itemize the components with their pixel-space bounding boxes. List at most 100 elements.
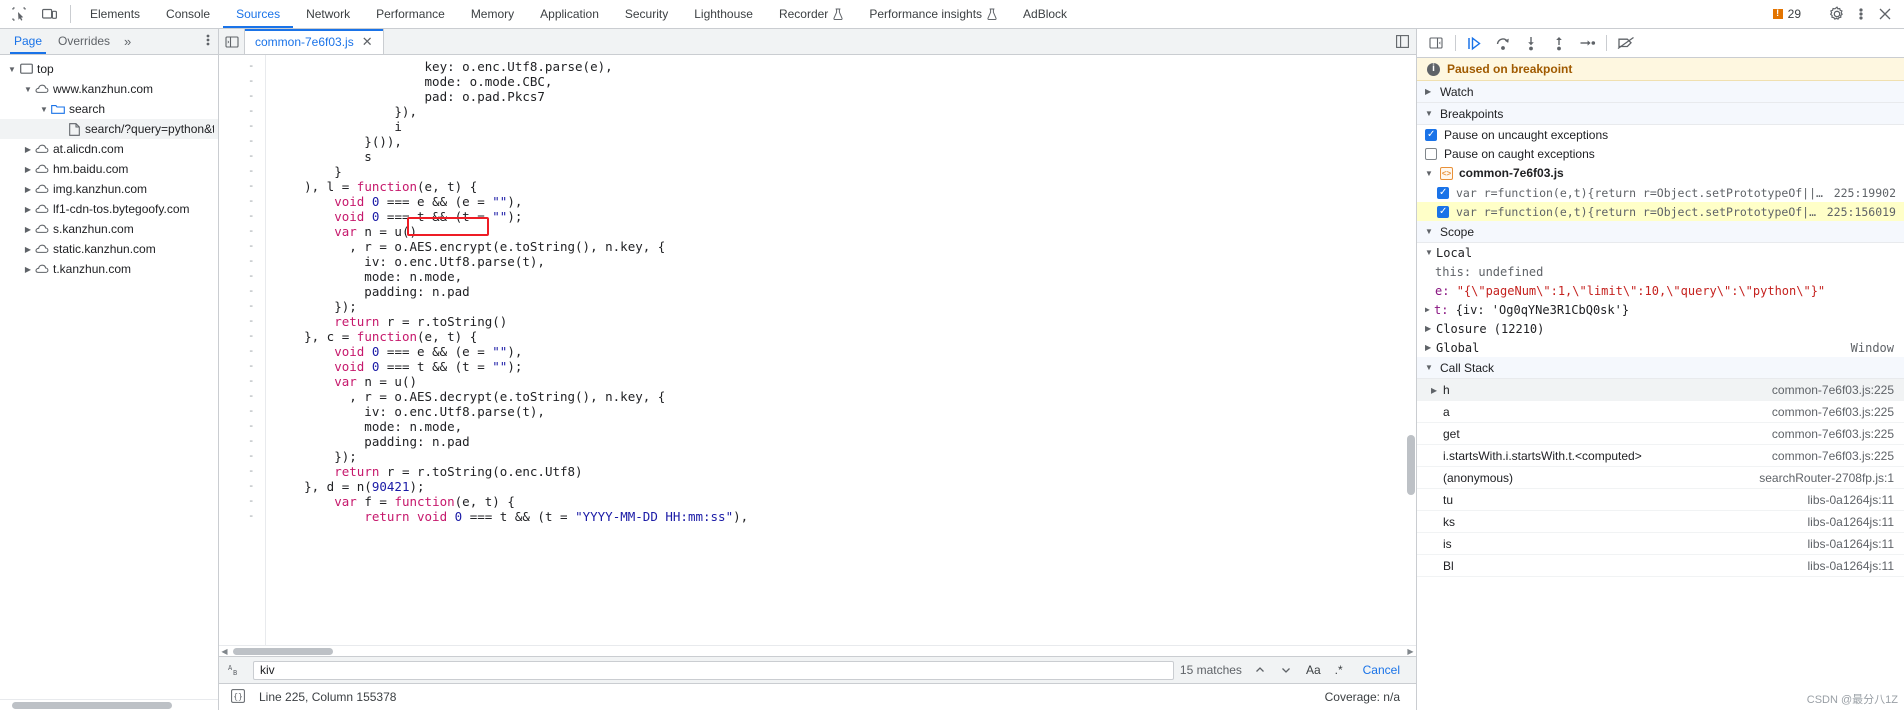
call-stack-row[interactable]: ks libs-0a1264js:11 [1417,511,1904,533]
tab-network[interactable]: Network [293,0,363,28]
file-tab-common-js[interactable]: common-7e6f03.js ✕ [245,29,384,54]
line-number[interactable]: - [219,479,265,494]
line-number[interactable]: - [219,434,265,449]
file-tree-item[interactable]: ▶ lf1-cdn-tos.bytegoofy.com [0,199,218,219]
scroll-left-arrow-icon[interactable]: ◀ [219,646,230,657]
code-line[interactable]: void 0 === t && (t = ""); [266,209,1416,224]
code-line[interactable]: }); [266,299,1416,314]
code-line[interactable]: }); [266,449,1416,464]
code-line[interactable]: padding: n.pad [266,284,1416,299]
line-number[interactable]: - [219,74,265,89]
code-line[interactable]: i [266,119,1416,134]
scrollbar-thumb[interactable] [12,702,172,709]
line-number[interactable]: - [219,284,265,299]
step-over-next-function-call-button[interactable] [1490,31,1516,55]
pause-uncaught-checkbox[interactable] [1425,128,1437,141]
chevron-down-icon[interactable]: ▼ [22,85,34,94]
line-number[interactable]: - [219,374,265,389]
line-number[interactable]: - [219,104,265,119]
code-line[interactable]: var f = function(e, t) { [266,494,1416,509]
chevron-right-icon[interactable]: ▶ [22,225,34,234]
line-number[interactable]: - [219,389,265,404]
code-line[interactable]: mode: n.mode, [266,419,1416,434]
scope-variable-t[interactable]: ▶ t: {iv: 'Og0qYNe3R1CbQ0sk'} [1417,300,1904,319]
call-stack-row[interactable]: tu libs-0a1264js:11 [1417,489,1904,511]
navigator-tab-page[interactable]: Page [6,29,50,54]
navigator-horizontal-scrollbar[interactable] [0,699,218,710]
navigator-tab-overrides[interactable]: Overrides [50,29,118,54]
gear-icon[interactable] [1826,3,1848,25]
inspect-element-icon[interactable] [8,3,30,25]
file-tree[interactable]: ▼ top ▼ www.kanzhun.com ▼ search search/?query… [0,55,218,699]
line-number[interactable]: - [219,59,265,74]
line-number[interactable]: - [219,89,265,104]
call-stack-row[interactable]: get common-7e6f03.js:225 [1417,423,1904,445]
step-out-of-current-function-button[interactable] [1546,31,1572,55]
chevron-right-icon[interactable]: ▶ [22,185,34,194]
line-number[interactable]: - [219,509,265,524]
chevron-right-icon[interactable]: ▶ [22,205,34,214]
chevron-right-icon[interactable]: ▶ [22,245,34,254]
line-number[interactable]: - [219,119,265,134]
call-stack-list[interactable]: ▸ h common-7e6f03.js:225 a common-7e6f03.js:… [1417,379,1904,577]
navigator-menu-icon[interactable] [198,33,218,50]
chevron-right-icon[interactable]: ▶ [22,165,34,174]
file-tree-item[interactable]: ▼ top [0,59,218,79]
regex-button[interactable]: .* [1331,663,1347,677]
code-line[interactable]: return r = r.toString() [266,314,1416,329]
file-tree-item[interactable]: ▶ at.alicdn.com [0,139,218,159]
file-tree-item[interactable]: ▶ static.kanzhun.com [0,239,218,259]
breakpoint-file-group[interactable]: ▼ <> common-7e6f03.js [1417,163,1904,183]
code-line[interactable]: ), l = function(e, t) { [266,179,1416,194]
close-icon[interactable]: ✕ [362,34,373,50]
code-line[interactable]: }, d = n(90421); [266,479,1416,494]
scope-closure-header[interactable]: ▶ Closure (12210) [1417,319,1904,338]
line-number[interactable]: - [219,449,265,464]
line-number[interactable]: - [219,239,265,254]
code-line[interactable]: var n = u() [266,224,1416,239]
line-number[interactable]: - [219,464,265,479]
line-number[interactable]: - [219,149,265,164]
code-line[interactable]: return void 0 === t && (t = "YYYY-MM-DD … [266,509,1416,524]
file-tree-item[interactable]: search/?query=python&t [0,119,218,139]
line-number[interactable]: - [219,209,265,224]
resume-script-execution-button[interactable] [1462,31,1488,55]
file-tree-item[interactable]: ▼ www.kanzhun.com [0,79,218,99]
code-line[interactable]: , r = o.AES.decrypt(e.toString(), n.key,… [266,389,1416,404]
breakpoint-row[interactable]: var r=function(e,t){return r=Object.setP… [1417,202,1904,221]
line-number[interactable]: - [219,179,265,194]
line-number[interactable]: - [219,134,265,149]
editor-more-icon[interactable] [1388,29,1416,54]
call-stack-row[interactable]: Bl libs-0a1264js:11 [1417,555,1904,577]
scrollbar-thumb[interactable] [1407,435,1415,495]
code-line[interactable]: pad: o.pad.Pkcs7 [266,89,1416,104]
tab-elements[interactable]: Elements [77,0,153,28]
device-toolbar-icon[interactable] [38,3,60,25]
call-stack-row[interactable]: i.startsWith.i.startsWith.t.<computed> co… [1417,445,1904,467]
more-options-icon[interactable] [1850,3,1872,25]
call-stack-row[interactable]: a common-7e6f03.js:225 [1417,401,1904,423]
code-line[interactable]: key: o.enc.Utf8.parse(e), [266,59,1416,74]
file-tree-item[interactable]: ▼ search [0,99,218,119]
pretty-print-icon[interactable]: {} [225,688,251,706]
code-line[interactable]: } [266,164,1416,179]
search-next-button[interactable] [1276,660,1296,680]
code-line[interactable]: s [266,149,1416,164]
editor-vertical-scrollbar[interactable] [1406,55,1416,645]
line-number[interactable]: - [219,254,265,269]
line-number[interactable]: - [219,359,265,374]
line-number[interactable]: - [219,494,265,509]
tab-recorder[interactable]: Recorder [766,0,856,28]
editor-horizontal-scrollbar[interactable]: ◀ ▶ [219,645,1416,656]
code-line[interactable]: iv: o.enc.Utf8.parse(t), [266,404,1416,419]
call-stack-row[interactable]: (anonymous) searchRouter-2708fp.js:1 [1417,467,1904,489]
code-line[interactable]: void 0 === e && (e = ""), [266,344,1416,359]
chevron-right-icon[interactable]: ▶ [1425,305,1434,314]
tab-security[interactable]: Security [612,0,681,28]
code-editor[interactable]: ------------------------------- key: o.e… [219,55,1416,645]
scope-variable-this[interactable]: this: undefined [1417,262,1904,281]
breakpoint-checkbox[interactable] [1437,205,1449,218]
line-number-gutter[interactable]: ------------------------------- [219,55,265,645]
pause-on-caught-exceptions-row[interactable]: Pause on caught exceptions [1417,144,1904,163]
tab-sources[interactable]: Sources [223,0,294,28]
